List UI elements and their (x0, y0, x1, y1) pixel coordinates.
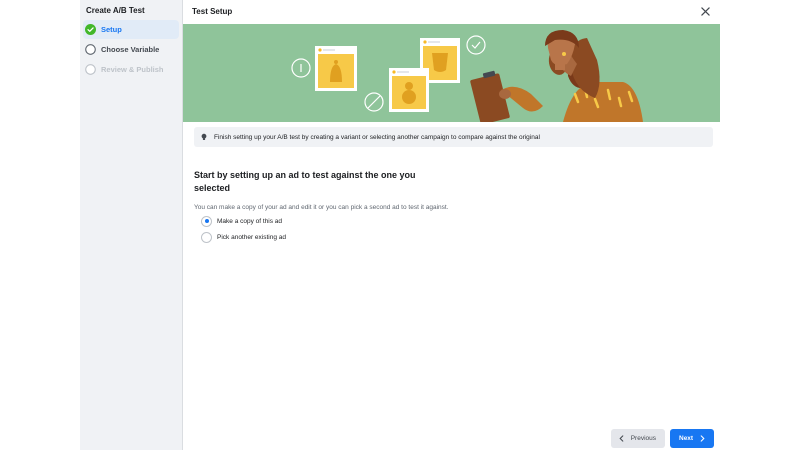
step-review-publish: Review & Publish (83, 60, 179, 79)
info-banner: Finish setting up your A/B test by creat… (194, 127, 713, 147)
step-review-publish-label: Review & Publish (101, 65, 164, 74)
option-existing-ad-label: Pick another existing ad (217, 233, 287, 241)
ab-test-dialog: Create A/B Test Setup Choose Variable Re… (80, 0, 720, 450)
header-bar: Test Setup (183, 0, 720, 22)
hero-illustration-graphic (183, 24, 720, 122)
step-setup[interactable]: Setup (83, 20, 179, 39)
setup-options: Start by setting up an ad to test agains… (194, 169, 454, 245)
empty-circle-icon (85, 64, 96, 75)
empty-circle-icon (85, 44, 96, 55)
setup-heading: Start by setting up an ad to test agains… (194, 170, 416, 193)
chevron-right-icon (700, 435, 705, 442)
check-circle-icon (85, 24, 96, 35)
sidebar-title: Create A/B Test (86, 6, 145, 15)
step-setup-label: Setup (101, 25, 122, 34)
next-button[interactable]: Next (670, 429, 714, 448)
step-choose-variable-label: Choose Variable (101, 45, 160, 54)
close-button[interactable] (698, 4, 712, 18)
step-choose-variable[interactable]: Choose Variable (83, 40, 179, 59)
previous-button[interactable]: Previous (610, 429, 665, 448)
ad-card-vase (389, 68, 429, 112)
radio-copy-ad[interactable] (201, 215, 212, 227)
close-icon (700, 6, 710, 16)
footer-actions: Previous Next (610, 429, 714, 448)
sidebar: Create A/B Test Setup Choose Variable Re… (80, 0, 183, 450)
option-existing-ad[interactable]: Pick another existing ad (201, 229, 454, 245)
radio-existing-ad[interactable] (201, 231, 212, 243)
main-panel: Test Setup Finish setting up your A/B te… (183, 0, 720, 450)
option-copy-ad-label: Make a copy of this ad (217, 217, 283, 225)
ad-card-bell (315, 46, 357, 91)
setup-description: You can make a copy of your ad and edit … (194, 204, 449, 211)
page-title: Test Setup (192, 6, 233, 16)
previous-button-label: Previous (630, 435, 656, 442)
lightbulb-icon (201, 133, 207, 140)
chevron-left-icon (619, 435, 624, 442)
option-copy-ad[interactable]: Make a copy of this ad (201, 213, 454, 229)
hero-illustration (183, 24, 720, 122)
next-button-label: Next (679, 435, 694, 442)
info-banner-text: Finish setting up your A/B test by creat… (214, 133, 540, 141)
